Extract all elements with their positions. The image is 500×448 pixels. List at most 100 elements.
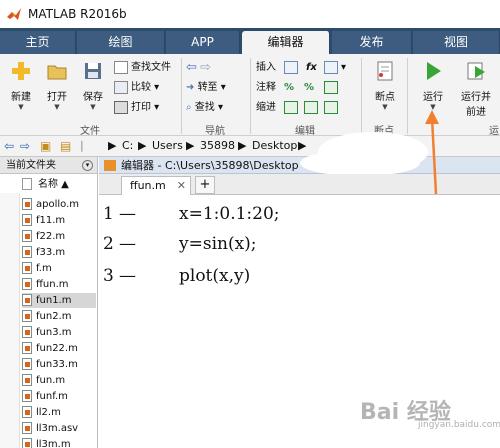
breakpoint-gutter[interactable]: — bbox=[119, 265, 136, 287]
chevron-down-icon: ▼ bbox=[18, 103, 24, 111]
tab-view[interactable]: 视图 bbox=[413, 31, 500, 54]
path-arrow-icon: ▶ bbox=[108, 139, 117, 152]
new-button[interactable]: 新建 ▼ bbox=[6, 60, 36, 111]
breadcrumb-segment[interactable]: C: bbox=[122, 139, 133, 152]
breadcrumb-segment[interactable]: 35898 bbox=[200, 139, 235, 152]
compare-button[interactable]: 比较 ▾ bbox=[114, 80, 159, 96]
chevron-down-icon: ▼ bbox=[54, 103, 60, 111]
comment-label: 注释 bbox=[256, 82, 276, 93]
save-label: 保存 bbox=[83, 92, 103, 103]
uncomment-percent-icon[interactable]: % bbox=[304, 80, 314, 96]
insert-button[interactable]: 插入 bbox=[256, 60, 276, 76]
find-files-button[interactable]: 查找文件 bbox=[114, 60, 171, 76]
file-name: fun1.m bbox=[36, 295, 72, 306]
editor-tab-ffun[interactable]: ffun.m ✕ bbox=[121, 176, 191, 195]
breadcrumb-segment[interactable]: Desktop bbox=[252, 139, 297, 152]
breakpoint-gutter[interactable]: — bbox=[119, 203, 136, 225]
m-file-icon bbox=[22, 230, 32, 242]
breakpoints-label: 断点 bbox=[375, 92, 395, 103]
plus-icon bbox=[12, 62, 30, 80]
list-item[interactable]: fun2.m bbox=[22, 309, 96, 324]
list-item[interactable]: ll3m.m bbox=[22, 437, 96, 448]
breadcrumb-segment[interactable]: Users bbox=[152, 139, 183, 152]
list-item[interactable]: f33.m bbox=[22, 245, 96, 260]
insert-section-icon[interactable] bbox=[284, 60, 301, 76]
tab-editor[interactable]: 编辑器 bbox=[242, 31, 330, 54]
smart-indent-icon[interactable] bbox=[284, 100, 301, 116]
list-item[interactable]: ll2.m bbox=[22, 405, 96, 420]
insert-more-icon[interactable]: ▾ bbox=[324, 60, 346, 76]
find-files-label: 查找文件 bbox=[131, 62, 171, 73]
comment-percent-icon[interactable]: % bbox=[284, 80, 294, 96]
current-folder-panel: 当前文件夹 ▾ 名称 ▲ apollo.m f11.m f22.m f33.m … bbox=[0, 157, 98, 448]
list-item-selected[interactable]: fun1.m bbox=[22, 293, 96, 308]
run-and-advance-button[interactable]: 运行并 前进 bbox=[458, 60, 494, 118]
chevron-down-icon: ▾ bbox=[214, 102, 223, 113]
save-button[interactable]: 保存 ▼ bbox=[78, 60, 108, 111]
list-item[interactable]: fun33.m bbox=[22, 357, 96, 372]
browse-folder-icon[interactable]: ▤ bbox=[60, 139, 71, 153]
list-item[interactable]: fun22.m bbox=[22, 341, 96, 356]
panel-menu-icon[interactable]: ▾ bbox=[82, 160, 93, 171]
tab-apps[interactable]: APP bbox=[166, 31, 240, 54]
tab-home[interactable]: 主页 bbox=[0, 31, 76, 54]
print-button[interactable]: 打印 ▾ bbox=[114, 100, 159, 116]
open-button[interactable]: 打开 ▼ bbox=[42, 60, 72, 111]
code-text[interactable]: x=1:0.1:20; bbox=[179, 203, 280, 225]
up-folder-icon[interactable]: ▣ bbox=[40, 139, 51, 153]
fx-button[interactable]: fx bbox=[306, 60, 317, 76]
name-column-label: 名称 ▲ bbox=[38, 179, 69, 190]
back-arrow-icon[interactable]: ⇦ bbox=[186, 60, 197, 75]
path-arrow-icon: ▶ bbox=[238, 139, 247, 152]
file-name: fun3.m bbox=[36, 327, 72, 338]
file-name: fun22.m bbox=[36, 343, 78, 354]
m-file-icon bbox=[22, 326, 32, 338]
ribbon-tabbar: 主页 绘图 APP 编辑器 发布 视图 bbox=[0, 28, 500, 54]
breakpoint-icon bbox=[377, 61, 393, 81]
indent-button[interactable]: 缩进 bbox=[256, 100, 276, 116]
tab-plots[interactable]: 绘图 bbox=[77, 31, 165, 54]
list-item[interactable]: ffun.m bbox=[22, 277, 96, 292]
list-item[interactable]: fun3.m bbox=[22, 325, 96, 340]
compare-icon bbox=[114, 80, 128, 94]
chevron-down-icon: ▼ bbox=[382, 103, 388, 111]
list-item[interactable]: fun.m bbox=[22, 373, 96, 388]
back-arrow-icon[interactable]: ⇦ bbox=[4, 139, 14, 153]
find-files-icon bbox=[114, 60, 128, 74]
path-arrow-icon: ▶ bbox=[298, 139, 307, 152]
list-item[interactable]: f11.m bbox=[22, 213, 96, 228]
comment-button[interactable]: 注释 bbox=[256, 80, 276, 96]
list-item[interactable]: f.m bbox=[22, 261, 96, 276]
breakpoint-gutter[interactable]: — bbox=[119, 233, 136, 255]
annotation-arrow-icon bbox=[425, 110, 439, 195]
name-column-header[interactable]: 名称 ▲ bbox=[22, 177, 96, 193]
file-name: f11.m bbox=[36, 215, 66, 226]
find-button[interactable]: ⌕ 查找 ▾ bbox=[186, 100, 223, 116]
file-name: fun2.m bbox=[36, 311, 72, 322]
decrease-indent-icon[interactable] bbox=[304, 100, 321, 116]
forward-arrow-icon[interactable]: ⇨ bbox=[200, 60, 211, 75]
list-item[interactable]: ll3m.asv bbox=[22, 421, 96, 436]
goto-arrow-icon: ➜ bbox=[186, 82, 198, 93]
file-name: funf.m bbox=[36, 391, 68, 402]
run-button[interactable]: 运行 ▼ bbox=[416, 60, 450, 111]
code-text[interactable]: plot(x,y) bbox=[179, 265, 250, 287]
wrap-comments-icon[interactable] bbox=[324, 80, 341, 96]
list-item[interactable]: apollo.m bbox=[22, 197, 96, 212]
list-item[interactable]: f22.m bbox=[22, 229, 96, 244]
goto-button[interactable]: ➜ 转至 ▾ bbox=[186, 80, 226, 96]
new-tab-button[interactable]: + bbox=[195, 176, 215, 194]
breakpoints-button[interactable]: 断点 ▼ bbox=[368, 60, 402, 111]
tab-publish[interactable]: 发布 bbox=[332, 31, 412, 54]
file-name: ll2.m bbox=[36, 407, 61, 418]
code-text[interactable]: y=sin(x); bbox=[179, 233, 257, 255]
new-label: 新建 bbox=[11, 92, 31, 103]
forward-arrow-icon[interactable]: ⇨ bbox=[20, 139, 30, 153]
increase-indent-icon[interactable] bbox=[324, 100, 341, 116]
occlusion-blob bbox=[300, 150, 420, 176]
line-number: 2 bbox=[103, 234, 114, 254]
m-file-icon bbox=[22, 262, 32, 274]
close-icon[interactable]: ✕ bbox=[177, 177, 186, 195]
back-forward-buttons[interactable]: ⇦ ⇨ bbox=[186, 60, 211, 76]
list-item[interactable]: funf.m bbox=[22, 389, 96, 404]
